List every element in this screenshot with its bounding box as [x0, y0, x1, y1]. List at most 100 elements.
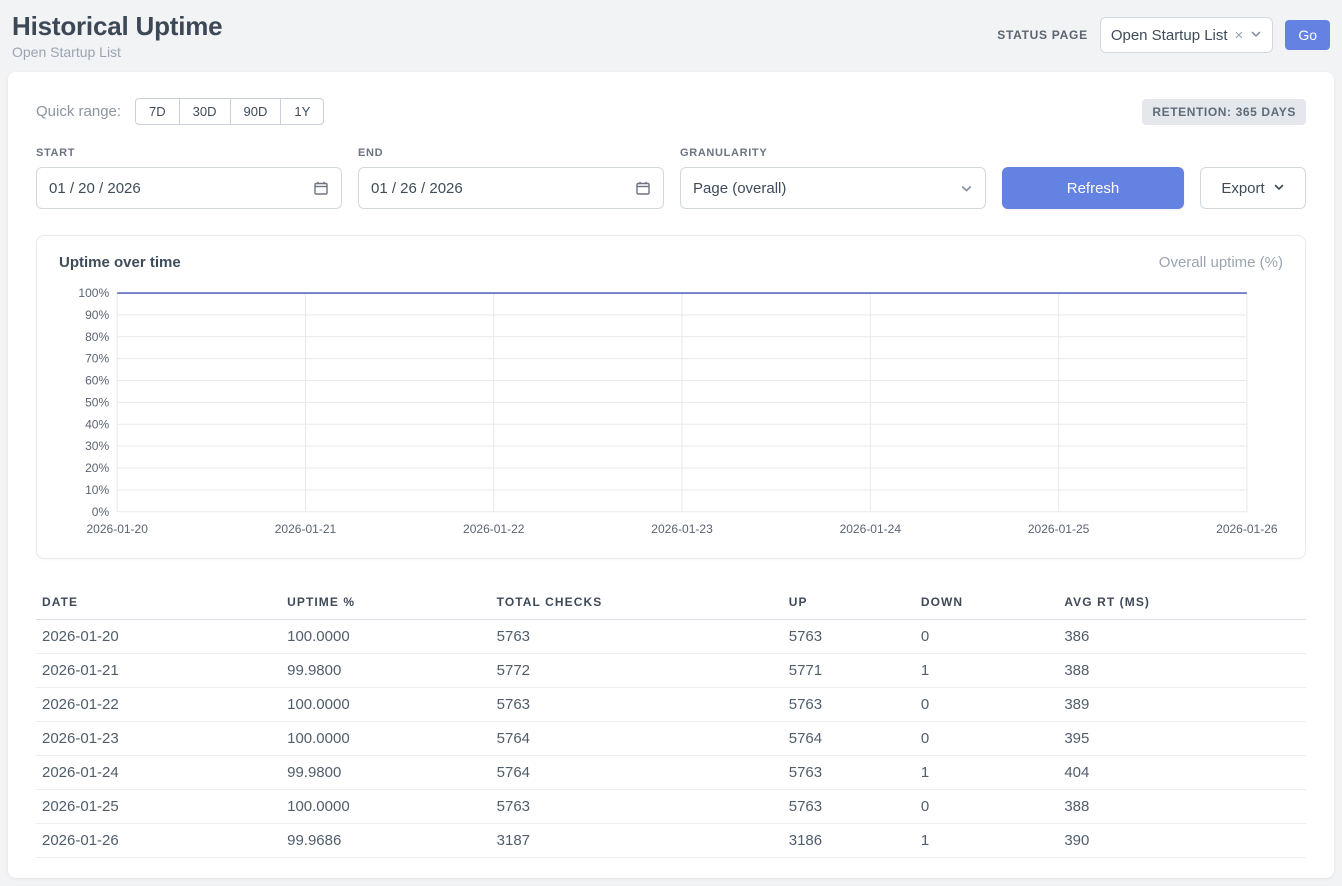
table-cell: 5771 — [783, 653, 915, 687]
table-cell: 100.0000 — [281, 789, 491, 823]
column-header: UP — [783, 585, 915, 620]
svg-text:2026-01-25: 2026-01-25 — [1028, 522, 1090, 536]
table-row: 2026-01-20100.0000576357630386 — [36, 619, 1306, 653]
granularity-select[interactable]: Page (overall) — [680, 167, 986, 209]
status-page-select[interactable]: Open Startup List × — [1100, 17, 1274, 53]
quick-range-7d-button[interactable]: 7D — [135, 98, 180, 125]
page-subtitle: Open Startup List — [12, 44, 222, 60]
svg-text:90%: 90% — [85, 308, 109, 322]
svg-text:60%: 60% — [85, 374, 109, 388]
svg-text:2026-01-22: 2026-01-22 — [463, 522, 525, 536]
retention-badge: RETENTION: 365 DAYS — [1142, 99, 1306, 125]
table-cell: 1 — [915, 653, 1059, 687]
svg-text:80%: 80% — [85, 330, 109, 344]
table-header-row: DATEUPTIME %TOTAL CHECKSUPDOWNAVG RT (MS… — [36, 585, 1306, 620]
table-cell: 2026-01-23 — [36, 721, 281, 755]
end-date-label: END — [358, 147, 664, 159]
export-button-label: Export — [1221, 180, 1264, 197]
table-cell: 5764 — [491, 755, 783, 789]
svg-text:2026-01-20: 2026-01-20 — [86, 522, 148, 536]
start-date-value: 01 / 20 / 2026 — [49, 180, 141, 197]
column-header: UPTIME % — [281, 585, 491, 620]
table-row: 2026-01-25100.0000576357630388 — [36, 789, 1306, 823]
table-cell: 5763 — [783, 789, 915, 823]
table-cell: 388 — [1058, 789, 1306, 823]
topbar: Historical Uptime Open Startup List STAT… — [0, 0, 1342, 72]
table-cell: 99.9800 — [281, 653, 491, 687]
chevron-down-icon — [1273, 180, 1285, 197]
chevron-down-icon — [960, 182, 973, 195]
table-cell: 390 — [1058, 823, 1306, 857]
table-cell: 100.0000 — [281, 721, 491, 755]
end-date-field: END 01 / 26 / 2026 — [358, 147, 664, 209]
svg-text:2026-01-23: 2026-01-23 — [651, 522, 713, 536]
table-cell: 5764 — [491, 721, 783, 755]
table-cell: 5763 — [783, 687, 915, 721]
start-date-label: START — [36, 147, 342, 159]
column-header: TOTAL CHECKS — [491, 585, 783, 620]
table-cell: 404 — [1058, 755, 1306, 789]
table-row: 2026-01-22100.0000576357630389 — [36, 687, 1306, 721]
table-cell: 0 — [915, 789, 1059, 823]
granularity-value: Page (overall) — [693, 180, 786, 197]
table-cell: 386 — [1058, 619, 1306, 653]
svg-text:100%: 100% — [78, 286, 109, 300]
start-date-input[interactable]: 01 / 20 / 2026 — [36, 167, 342, 209]
svg-text:2026-01-26: 2026-01-26 — [1216, 522, 1278, 536]
start-date-field: START 01 / 20 / 2026 — [36, 147, 342, 209]
table-cell: 99.9800 — [281, 755, 491, 789]
table-cell: 1 — [915, 823, 1059, 857]
granularity-label: GRANULARITY — [680, 147, 986, 159]
quick-range-1y-button[interactable]: 1Y — [280, 98, 324, 125]
table-cell: 2026-01-24 — [36, 755, 281, 789]
table-cell: 2026-01-22 — [36, 687, 281, 721]
quick-range-row: Quick range: 7D30D90D1Y RETENTION: 365 D… — [36, 98, 1306, 125]
table-cell: 0 — [915, 619, 1059, 653]
quick-range-group: 7D30D90D1Y — [135, 98, 324, 125]
chart-legend: Overall uptime (%) — [1159, 254, 1283, 271]
table-cell: 0 — [915, 687, 1059, 721]
svg-text:10%: 10% — [85, 483, 109, 497]
table-cell: 99.9686 — [281, 823, 491, 857]
quick-range-90d-button[interactable]: 90D — [230, 98, 282, 125]
page-title: Historical Uptime — [12, 11, 222, 42]
table-cell: 100.0000 — [281, 619, 491, 653]
table-cell: 5763 — [783, 619, 915, 653]
export-button[interactable]: Export — [1200, 167, 1306, 209]
table-row: 2026-01-2699.9686318731861390 — [36, 823, 1306, 857]
uptime-table: DATEUPTIME %TOTAL CHECKSUPDOWNAVG RT (MS… — [36, 585, 1306, 858]
refresh-button[interactable]: Refresh — [1002, 167, 1184, 209]
top-controls: STATUS PAGE Open Startup List × Go — [997, 17, 1330, 53]
column-header: DATE — [36, 585, 281, 620]
uptime-line-chart: 0%10%20%30%40%50%60%70%80%90%100%2026-01… — [59, 283, 1283, 542]
svg-text:40%: 40% — [85, 417, 109, 431]
column-header: DOWN — [915, 585, 1059, 620]
column-header: AVG RT (MS) — [1058, 585, 1306, 620]
table-cell: 100.0000 — [281, 687, 491, 721]
chart-title: Uptime over time — [59, 254, 181, 271]
clear-icon[interactable]: × — [1235, 28, 1244, 43]
calendar-icon[interactable] — [635, 180, 651, 196]
table-row: 2026-01-2199.9800577257711388 — [36, 653, 1306, 687]
table-cell: 5763 — [783, 755, 915, 789]
svg-text:2026-01-21: 2026-01-21 — [275, 522, 337, 536]
end-date-input[interactable]: 01 / 26 / 2026 — [358, 167, 664, 209]
chevron-down-icon — [1250, 27, 1262, 44]
table-cell: 2026-01-20 — [36, 619, 281, 653]
calendar-icon[interactable] — [313, 180, 329, 196]
end-date-value: 01 / 26 / 2026 — [371, 180, 463, 197]
svg-text:30%: 30% — [85, 439, 109, 453]
table-cell: 2026-01-26 — [36, 823, 281, 857]
svg-text:2026-01-24: 2026-01-24 — [840, 522, 902, 536]
filter-row: START 01 / 20 / 2026 END 01 / 26 / 2026 — [36, 147, 1306, 209]
table-cell: 3186 — [783, 823, 915, 857]
status-page-label: STATUS PAGE — [997, 28, 1088, 42]
table-cell: 395 — [1058, 721, 1306, 755]
granularity-field: GRANULARITY Page (overall) — [680, 147, 986, 209]
main-card: Quick range: 7D30D90D1Y RETENTION: 365 D… — [8, 72, 1334, 878]
svg-text:0%: 0% — [92, 505, 110, 519]
go-button[interactable]: Go — [1285, 20, 1330, 50]
table-row: 2026-01-23100.0000576457640395 — [36, 721, 1306, 755]
quick-range-30d-button[interactable]: 30D — [179, 98, 231, 125]
table-cell: 2026-01-25 — [36, 789, 281, 823]
